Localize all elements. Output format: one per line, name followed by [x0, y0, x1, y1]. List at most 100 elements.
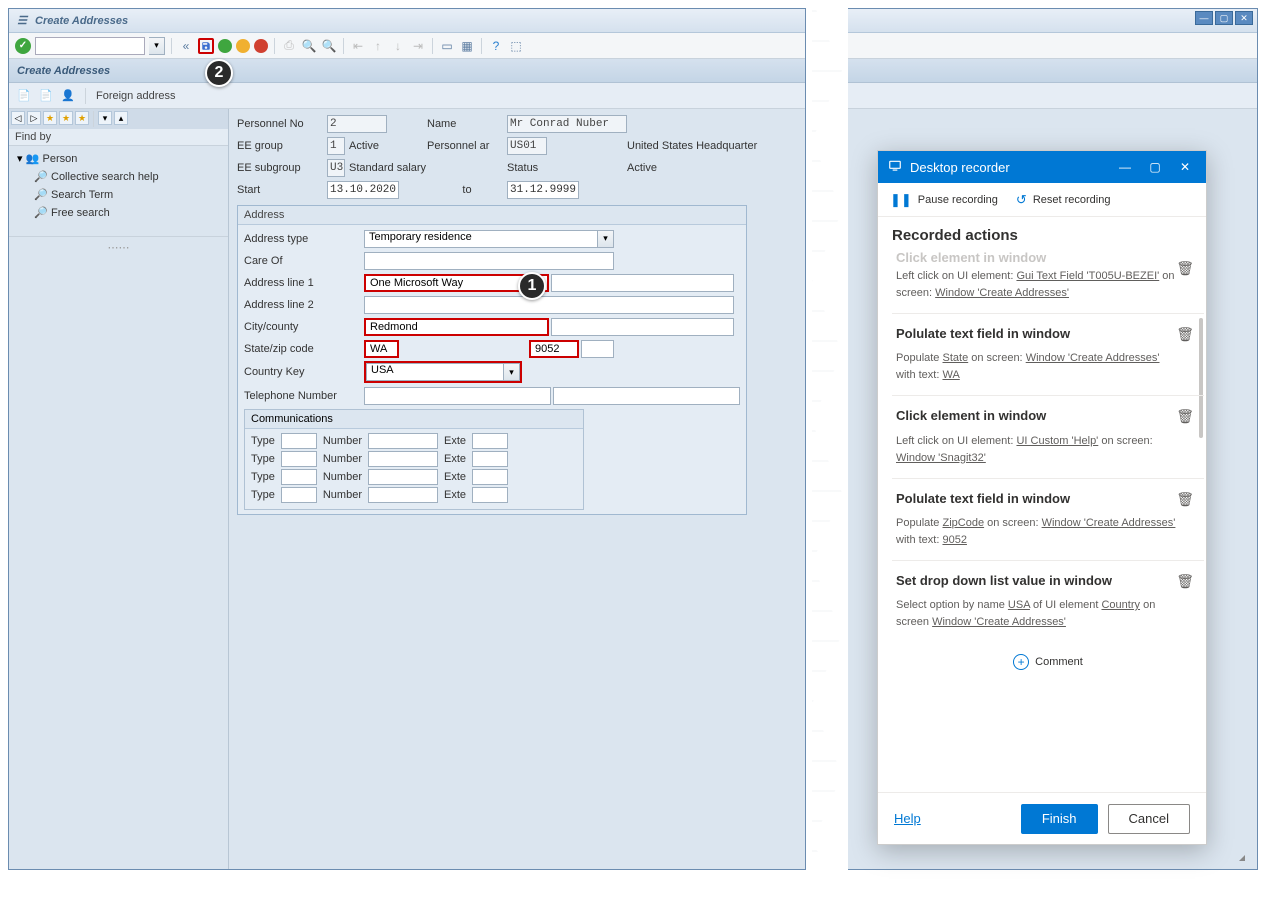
find-next-icon[interactable]: 🔍: [321, 38, 337, 54]
comm-type-field[interactable]: [281, 433, 317, 449]
comm-ext-field[interactable]: [472, 469, 508, 485]
dropdown-icon[interactable]: ▾: [598, 230, 614, 248]
customize-icon[interactable]: ⬚: [508, 38, 524, 54]
tree-person[interactable]: ▾ 👥 Person: [17, 150, 220, 168]
red-dot-icon[interactable]: [254, 39, 268, 53]
expand-icon[interactable]: ▾: [98, 111, 112, 125]
page-down-icon[interactable]: ↓: [390, 38, 406, 54]
state-field[interactable]: [364, 340, 399, 358]
comm-number-field[interactable]: [368, 469, 438, 485]
close-icon[interactable]: ✕: [1235, 11, 1253, 25]
close-icon[interactable]: ✕: [1174, 156, 1196, 178]
enter-icon[interactable]: ✓: [15, 38, 31, 54]
comm-ext-field[interactable]: [472, 451, 508, 467]
comm-number-field[interactable]: [368, 487, 438, 503]
delete-icon[interactable]: 🗑: [1176, 258, 1194, 280]
card-link[interactable]: Window 'Create Addresses': [1042, 517, 1176, 529]
page-first-icon[interactable]: ⇤: [350, 38, 366, 54]
start-field[interactable]: 13.10.2020: [327, 181, 399, 199]
addr2-field[interactable]: [364, 296, 734, 314]
action-card[interactable]: Polulate text field in window 🗑 Populate…: [892, 313, 1204, 395]
comm-type-field[interactable]: [281, 487, 317, 503]
card-link[interactable]: 9052: [942, 534, 966, 546]
help-link[interactable]: Help: [894, 811, 921, 826]
card-link[interactable]: Window 'Create Addresses': [935, 287, 1069, 299]
delete-icon[interactable]: 🗑: [1176, 489, 1194, 511]
card-link[interactable]: Country: [1101, 599, 1140, 611]
addr1b-field[interactable]: [551, 274, 734, 292]
cancel-button[interactable]: Cancel: [1108, 804, 1190, 834]
menu-icon[interactable]: ☰: [15, 14, 29, 28]
fav-icon[interactable]: ★: [43, 111, 57, 125]
foreign-address-label[interactable]: Foreign address: [96, 90, 176, 102]
card-link[interactable]: Window 'Create Addresses': [1026, 352, 1160, 364]
action-card[interactable]: Set drop down list value in window 🗑 Sel…: [892, 560, 1204, 642]
zip-field[interactable]: [529, 340, 579, 358]
minimize-icon[interactable]: —: [1195, 11, 1213, 25]
layout-icon[interactable]: ▦: [459, 38, 475, 54]
card-link[interactable]: Window 'Snagit32': [896, 452, 986, 464]
action-card[interactable]: Polulate text field in window 🗑 Populate…: [892, 478, 1204, 560]
yellow-dot-icon[interactable]: [236, 39, 250, 53]
page-last-icon[interactable]: ⇥: [410, 38, 426, 54]
card-link[interactable]: Gui Text Field 'T005U-BEZEI': [1016, 270, 1159, 282]
command-dropdown[interactable]: ▾: [149, 37, 165, 55]
fav2-icon[interactable]: ★: [59, 111, 73, 125]
resize-handle-icon[interactable]: [1239, 855, 1245, 861]
green-dot-icon[interactable]: [218, 39, 232, 53]
delete-icon[interactable]: 🗑: [1176, 324, 1194, 346]
print-icon[interactable]: ⎙: [281, 38, 297, 54]
maximize-icon[interactable]: ▢: [1144, 156, 1166, 178]
maximize-icon[interactable]: ▢: [1215, 11, 1233, 25]
delete-icon[interactable]: 🗑: [1176, 571, 1194, 593]
to-field[interactable]: 31.12.9999: [507, 181, 579, 199]
action-card[interactable]: Click element in window 🗑 Left click on …: [892, 395, 1204, 477]
minimize-icon[interactable]: —: [1114, 156, 1136, 178]
chevron-left-icon[interactable]: «: [178, 38, 194, 54]
pause-recording-button[interactable]: ❚❚ Pause recording: [890, 192, 998, 208]
nav-fwd-icon[interactable]: ▷: [27, 111, 41, 125]
comm-ext-field[interactable]: [472, 487, 508, 503]
city-field[interactable]: [364, 318, 549, 336]
personnel-no-field[interactable]: 2: [327, 115, 387, 133]
tree-item-collective[interactable]: 🔎 Collective search help: [17, 168, 220, 186]
dropdown-icon[interactable]: ▾: [504, 363, 520, 381]
county-field[interactable]: [551, 318, 734, 336]
find-icon[interactable]: 🔍: [301, 38, 317, 54]
page-up-icon[interactable]: ↑: [370, 38, 386, 54]
person-icon[interactable]: 👤: [61, 89, 75, 103]
tree-item-free-search[interactable]: 🔎 Free search: [17, 204, 220, 222]
finish-button[interactable]: Finish: [1021, 804, 1098, 834]
collapse-icon[interactable]: ▴: [114, 111, 128, 125]
doc-icon[interactable]: 📄: [17, 89, 31, 103]
card-link[interactable]: USA: [1008, 599, 1030, 611]
comm-number-field[interactable]: [368, 433, 438, 449]
doc-add-icon[interactable]: 📄: [39, 89, 53, 103]
care-of-field[interactable]: [364, 252, 614, 270]
tel-num-field[interactable]: [553, 387, 740, 405]
help-icon[interactable]: ?: [488, 38, 504, 54]
comm-number-field[interactable]: [368, 451, 438, 467]
nav-back-icon[interactable]: ◁: [11, 111, 25, 125]
country-field[interactable]: USA: [366, 363, 504, 381]
card-link[interactable]: State: [943, 352, 969, 364]
card-link[interactable]: ZipCode: [943, 517, 985, 529]
delete-icon[interactable]: 🗑: [1176, 406, 1194, 428]
action-card[interactable]: Click element in window 🗑 Left click on …: [892, 248, 1204, 313]
comm-type-field[interactable]: [281, 469, 317, 485]
recorded-actions-list[interactable]: Click element in window 🗑 Left click on …: [878, 248, 1206, 792]
card-link[interactable]: WA: [942, 369, 959, 381]
lower-divider[interactable]: ⋯⋯: [9, 236, 228, 869]
session-icon[interactable]: ▭: [439, 38, 455, 54]
add-comment-button[interactable]: + Comment: [892, 642, 1204, 682]
fav3-icon[interactable]: ★: [75, 111, 89, 125]
comm-ext-field[interactable]: [472, 433, 508, 449]
card-link[interactable]: Window 'Create Addresses': [932, 616, 1066, 628]
tree-item-search-term[interactable]: 🔎 Search Term: [17, 186, 220, 204]
card-link[interactable]: UI Custom 'Help': [1016, 435, 1098, 447]
reset-recording-button[interactable]: ↺ Reset recording: [1016, 192, 1111, 208]
save-icon[interactable]: [198, 38, 214, 54]
comm-type-field[interactable]: [281, 451, 317, 467]
command-input[interactable]: [35, 37, 145, 55]
address-type-field[interactable]: Temporary residence: [364, 230, 598, 248]
